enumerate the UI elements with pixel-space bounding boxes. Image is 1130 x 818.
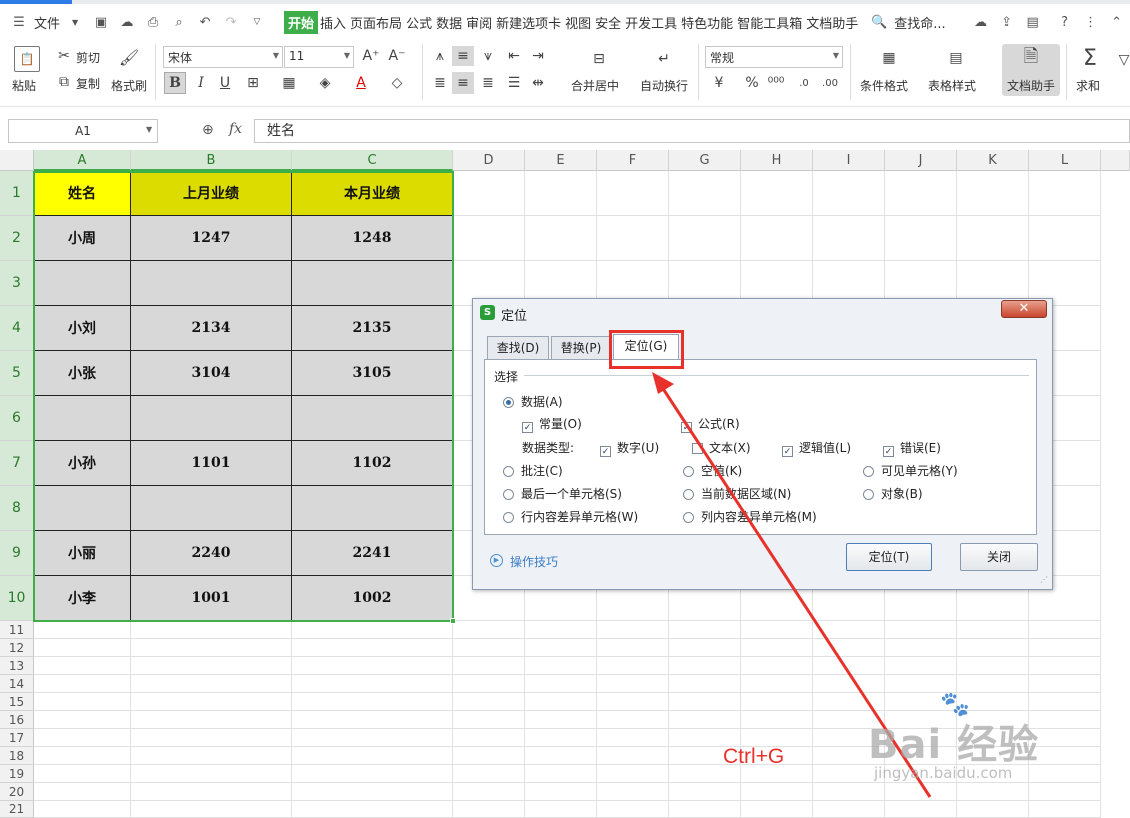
watermark-brand: Bai 经验 [868,722,1040,768]
paw-icon: 🐾 [940,690,970,718]
shortcut-annotation: Ctrl+G [723,745,785,768]
arrow-head [652,372,674,394]
baidu-watermark: Bai 经验 🐾 jingyan.baidu.com [868,690,1068,782]
watermark-url: jingyan.baidu.com [874,764,1013,782]
